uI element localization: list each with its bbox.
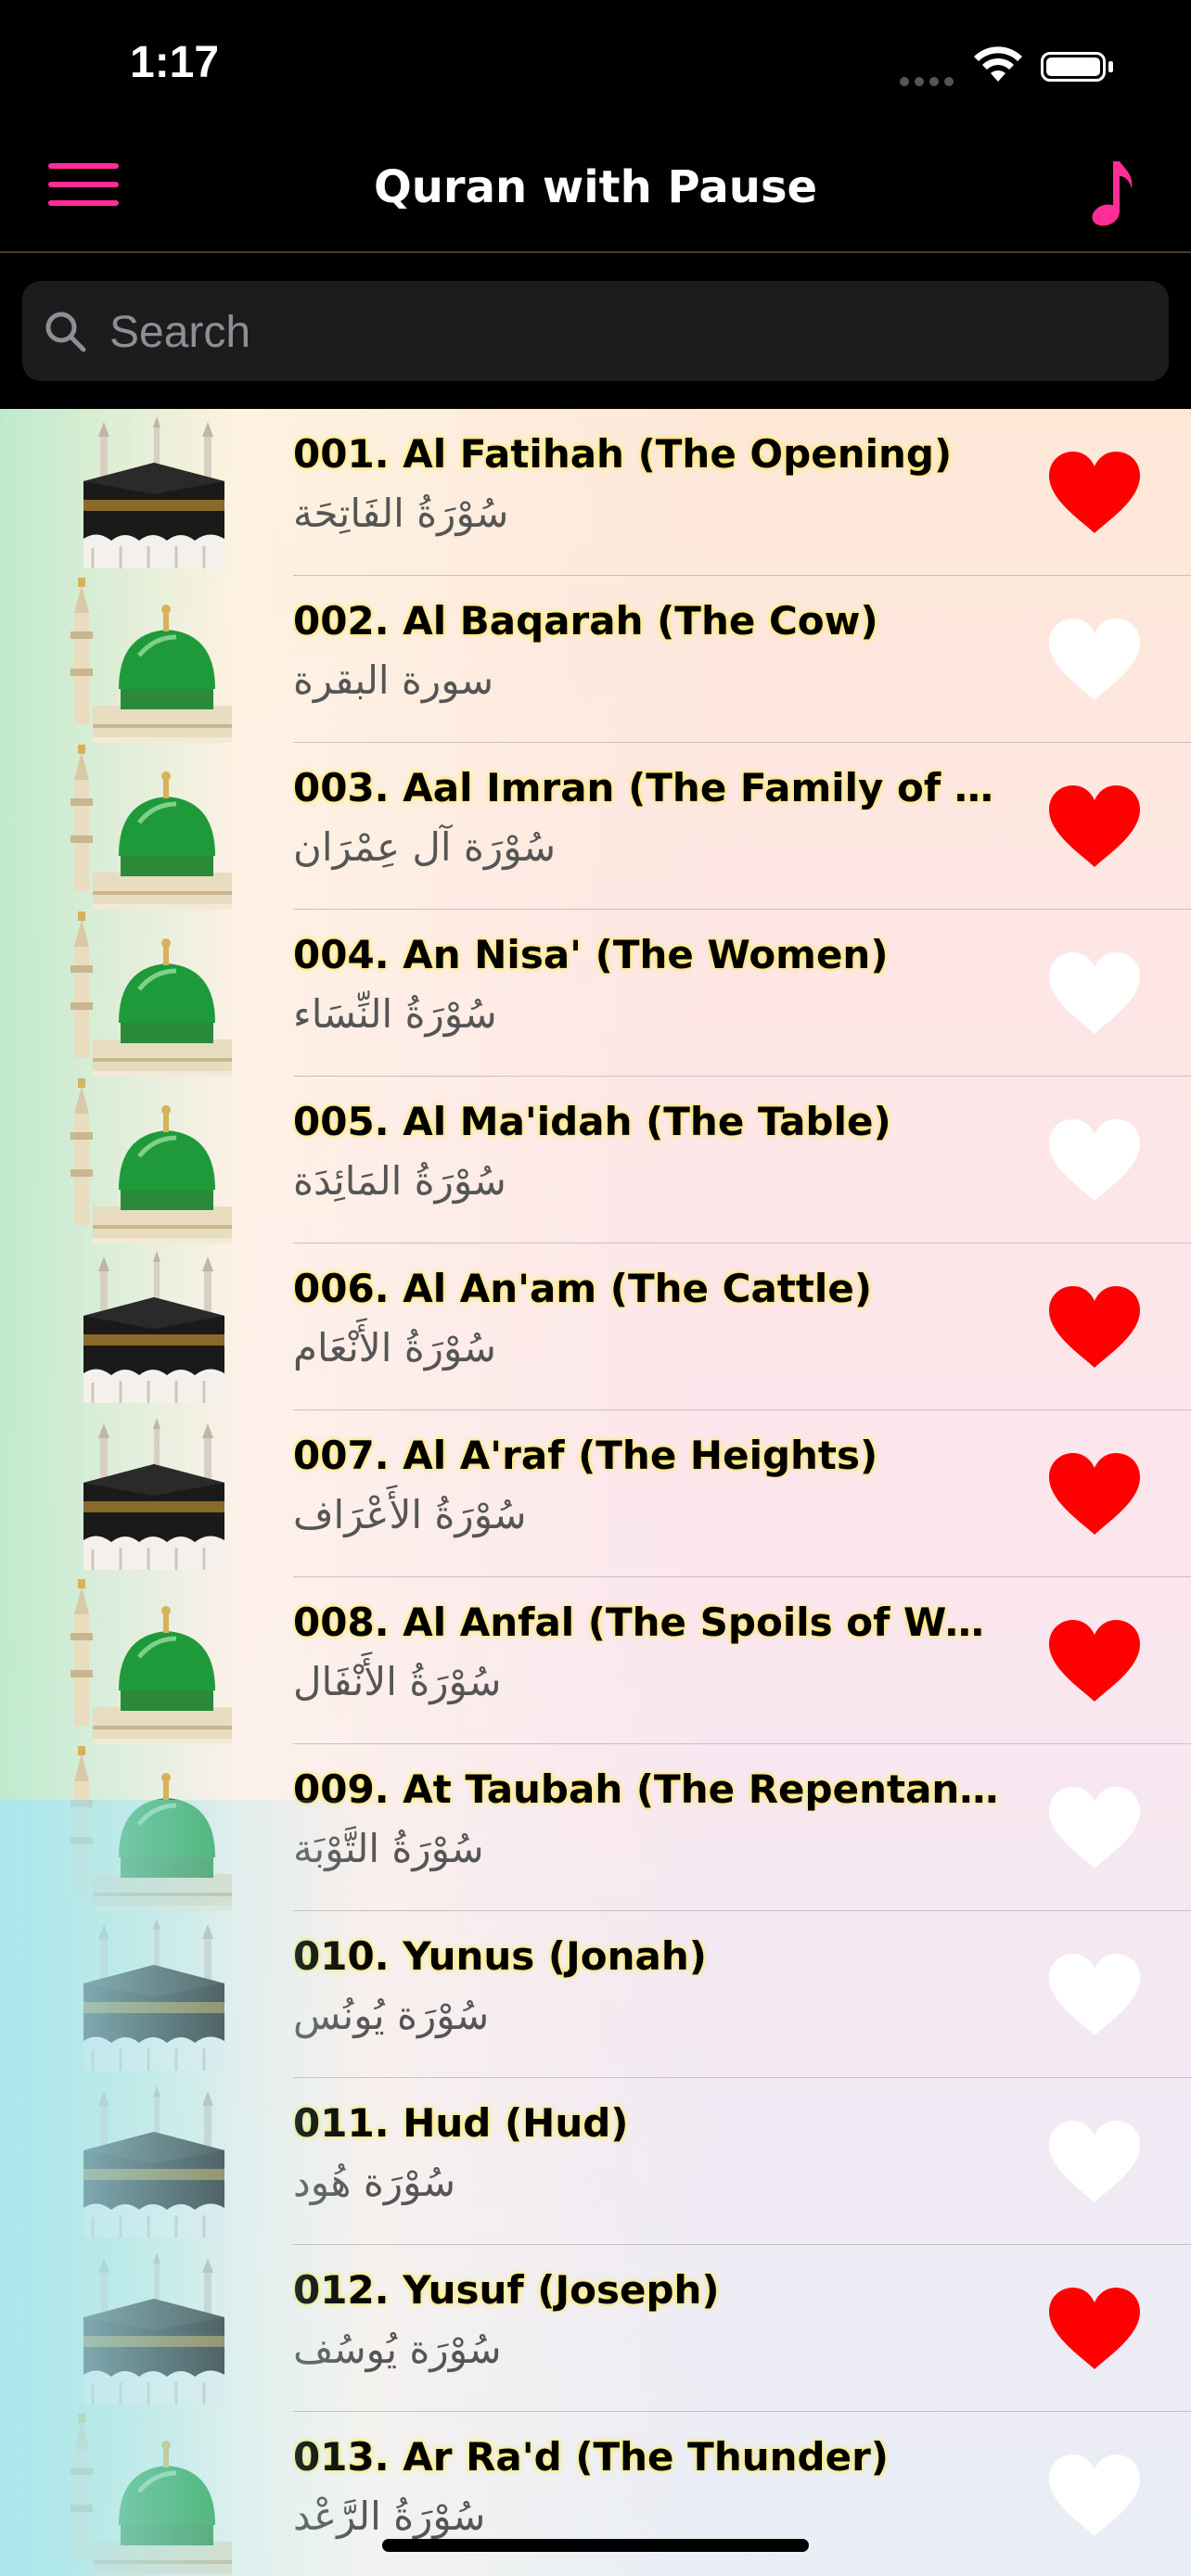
surah-arabic-name: سُوْرَةُ الأَعْرَاف bbox=[293, 1492, 527, 1537]
surah-arabic-name: سُوْرَةُ الأَنْعَام bbox=[293, 1325, 496, 1371]
kaaba-thumbnail bbox=[65, 1243, 241, 1410]
surah-arabic-name: سُوْرَة هُود bbox=[293, 2160, 456, 2205]
kaaba-thumbnail bbox=[65, 1911, 241, 2078]
surah-row[interactable]: 001. Al Fatihah (The Opening) سُوْرَةُ ا… bbox=[0, 409, 1191, 576]
favorite-heart-icon[interactable] bbox=[1044, 1114, 1146, 1206]
kaaba-thumbnail bbox=[65, 1410, 241, 1577]
favorite-heart-icon[interactable] bbox=[1044, 2449, 1146, 2542]
favorite-heart-icon[interactable] bbox=[1044, 1447, 1146, 1540]
surah-row[interactable]: 007. Al A'raf (The Heights) سُوْرَةُ الأ… bbox=[0, 1410, 1191, 1577]
surah-arabic-name: سُوْرَةُ التَّوْبَة bbox=[293, 1826, 484, 1871]
surah-row[interactable]: 011. Hud (Hud) سُوْرَة هُود bbox=[0, 2078, 1191, 2245]
surah-title: 013. Ar Ra'd (The Thunder) bbox=[293, 2434, 889, 2480]
surah-row[interactable]: 002. Al Baqarah (The Cow) سورة البقرة bbox=[0, 576, 1191, 743]
music-note-icon[interactable] bbox=[1085, 158, 1137, 232]
surah-arabic-name: سُوْرَةُ المَائِدَة bbox=[293, 1158, 506, 1204]
surah-list[interactable]: 001. Al Fatihah (The Opening) سُوْرَةُ ا… bbox=[0, 409, 1191, 2576]
favorite-heart-icon[interactable] bbox=[1044, 947, 1146, 1039]
surah-row[interactable]: 012. Yusuf (Joseph) سُوْرَة يُوسُف bbox=[0, 2245, 1191, 2412]
surah-arabic-name: سُوْرَةُ الأَنْفَال bbox=[293, 1659, 502, 1704]
page-title: Quran with Pause bbox=[373, 161, 818, 213]
surah-row[interactable]: 010. Yunus (Jonah) سُوْرَة يُونُس bbox=[0, 1911, 1191, 2078]
favorite-heart-icon[interactable] bbox=[1044, 1948, 1146, 2041]
green-dome-thumbnail bbox=[65, 743, 241, 910]
surah-arabic-name: سُوْرَةُ النِّسَاء bbox=[293, 991, 497, 1037]
favorite-heart-icon[interactable] bbox=[1044, 613, 1146, 706]
green-dome-thumbnail bbox=[65, 910, 241, 1077]
navigation-bar: Quran with Pause bbox=[0, 139, 1191, 253]
green-dome-thumbnail bbox=[65, 2412, 241, 2576]
surah-title: 005. Al Ma'idah (The Table) bbox=[293, 1099, 891, 1144]
surah-arabic-name: سُوْرَة يُوسُف bbox=[293, 2327, 502, 2372]
surah-title: 011. Hud (Hud) bbox=[293, 2100, 629, 2146]
favorite-heart-icon[interactable] bbox=[1044, 1781, 1146, 1874]
surah-arabic-name: سُوْرَة يُونُس bbox=[293, 1993, 490, 2038]
surah-row[interactable]: 008. Al Anfal (The Spoils of War) سُوْرَ… bbox=[0, 1577, 1191, 1744]
surah-title: 007. Al A'raf (The Heights) bbox=[293, 1433, 878, 1478]
surah-title: 001. Al Fatihah (The Opening) bbox=[293, 431, 953, 477]
surah-row[interactable]: 003. Aal Imran (The Family of Imr... سُو… bbox=[0, 743, 1191, 910]
kaaba-thumbnail bbox=[65, 2245, 241, 2412]
home-indicator[interactable] bbox=[382, 2539, 809, 2552]
green-dome-thumbnail bbox=[65, 1744, 241, 1911]
search-bar-container bbox=[0, 253, 1191, 409]
status-bar: 1:17 bbox=[0, 0, 1191, 139]
surah-title: 012. Yusuf (Joseph) bbox=[293, 2267, 720, 2313]
green-dome-thumbnail bbox=[65, 1077, 241, 1243]
surah-row[interactable]: 004. An Nisa' (The Women) سُوْرَةُ النِّ… bbox=[0, 910, 1191, 1077]
surah-title: 009. At Taubah (The Repentance) bbox=[293, 1766, 1007, 1812]
green-dome-thumbnail bbox=[65, 1577, 241, 1744]
favorite-heart-icon[interactable] bbox=[1044, 1281, 1146, 1373]
battery-cap bbox=[1108, 61, 1113, 72]
favorite-heart-icon[interactable] bbox=[1044, 446, 1146, 539]
surah-arabic-name: سُوْرَةُ الرَّعْد bbox=[293, 2493, 486, 2539]
status-time: 1:17 bbox=[130, 38, 220, 87]
surah-title: 006. Al An'am (The Cattle) bbox=[293, 1266, 873, 1311]
surah-title: 002. Al Baqarah (The Cow) bbox=[293, 598, 878, 644]
surah-row[interactable]: 009. At Taubah (The Repentance) سُوْرَةُ… bbox=[0, 1744, 1191, 1911]
battery-icon bbox=[1041, 52, 1106, 82]
surah-title: 003. Aal Imran (The Family of Imr... bbox=[293, 765, 1007, 810]
cellular-signal-icon bbox=[900, 72, 959, 90]
surah-arabic-name: سُوْرَةُ الفَاتِحَة bbox=[293, 491, 509, 536]
favorite-heart-icon[interactable] bbox=[1044, 2115, 1146, 2208]
search-input[interactable] bbox=[108, 281, 1132, 383]
kaaba-thumbnail bbox=[65, 2078, 241, 2245]
favorite-heart-icon[interactable] bbox=[1044, 1614, 1146, 1707]
surah-title: 010. Yunus (Jonah) bbox=[293, 1933, 707, 1979]
search-field[interactable] bbox=[22, 281, 1169, 383]
favorite-heart-icon[interactable] bbox=[1044, 780, 1146, 873]
surah-arabic-name: سورة البقرة bbox=[293, 657, 494, 703]
kaaba-thumbnail bbox=[65, 409, 241, 576]
surah-title: 008. Al Anfal (The Spoils of War) bbox=[293, 1600, 1007, 1645]
green-dome-thumbnail bbox=[65, 576, 241, 743]
favorite-heart-icon[interactable] bbox=[1044, 2282, 1146, 2375]
surah-arabic-name: سُوْرَة آل عِمْرَان bbox=[293, 824, 557, 870]
wifi-icon bbox=[974, 46, 1022, 82]
surah-row[interactable]: 006. Al An'am (The Cattle) سُوْرَةُ الأَ… bbox=[0, 1243, 1191, 1410]
search-icon bbox=[45, 312, 86, 352]
surah-title: 004. An Nisa' (The Women) bbox=[293, 932, 889, 977]
surah-row[interactable]: 005. Al Ma'idah (The Table) سُوْرَةُ الم… bbox=[0, 1077, 1191, 1243]
